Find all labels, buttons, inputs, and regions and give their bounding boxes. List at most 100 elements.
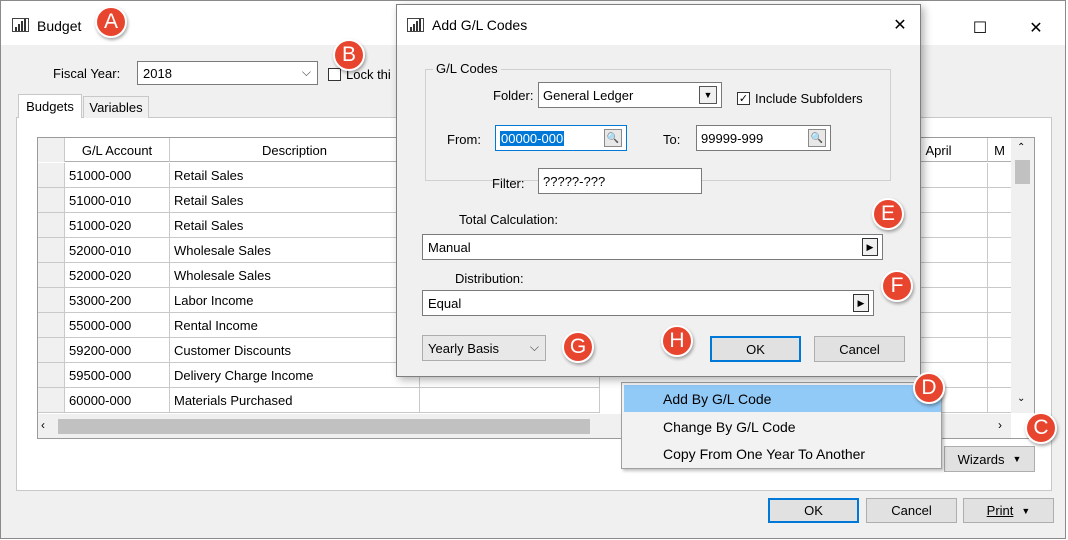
maximize-icon[interactable]: ☐ [957,13,1003,43]
wizards-button[interactable]: Wizards ▼ [944,446,1035,472]
description-cell[interactable]: Retail Sales [170,213,420,238]
tab-variables[interactable]: Variables [83,96,149,118]
row-selector[interactable] [38,213,65,238]
gl-account-cell[interactable]: 59200-000 [65,338,170,363]
play-arrow-icon[interactable]: ▶ [853,294,869,312]
row-selector[interactable] [38,338,65,363]
col-description[interactable]: Description [170,138,420,162]
dialog-title-bar: Add G/L Codes ✕ [397,5,920,45]
truncated-cell[interactable] [988,363,1012,388]
gl-account-cell[interactable]: 59500-000 [65,363,170,388]
horizontal-scroll-thumb[interactable] [58,419,590,434]
menu-item-copy-year[interactable]: Copy From One Year To Another [624,440,941,467]
include-subfolders-checkbox[interactable]: ✓ [737,92,750,105]
dialog-ok-button[interactable]: OK [710,336,801,362]
value-cell[interactable] [420,388,600,413]
distribution-field[interactable]: Equal ▶ [422,290,874,316]
total-calculation-field[interactable]: Manual ▶ [422,234,883,260]
basis-value: Yearly Basis [428,340,500,356]
basis-select[interactable]: Yearly Basis ⌵ [422,335,546,361]
description-cell[interactable]: Retail Sales [170,163,420,188]
cancel-button[interactable]: Cancel [866,498,957,523]
badge-e: E [872,198,904,230]
truncated-cell[interactable] [988,163,1012,188]
vertical-scroll-thumb[interactable] [1015,160,1030,184]
truncated-cell[interactable] [988,313,1012,338]
description-cell[interactable]: Labor Income [170,288,420,313]
truncated-cell[interactable] [988,338,1012,363]
filter-input[interactable]: ?????-??? [538,168,702,194]
badge-d: D [913,372,945,404]
gl-account-cell[interactable]: 52000-020 [65,263,170,288]
row-selector[interactable] [38,263,65,288]
description-cell[interactable]: Rental Income [170,313,420,338]
col-truncated[interactable]: M [988,138,1012,162]
vertical-scrollbar[interactable]: ⌃ ⌄ [1011,138,1034,413]
gl-account-cell[interactable]: 55000-000 [65,313,170,338]
total-calculation-value: Manual [428,239,471,255]
fiscal-year-select[interactable]: 2018 ⌵ [137,61,318,85]
badge-h: H [661,325,693,357]
lookup-icon[interactable]: 🔍 [604,129,622,147]
truncated-cell[interactable] [988,288,1012,313]
tab-budgets[interactable]: Budgets [18,94,82,118]
description-cell[interactable]: Retail Sales [170,188,420,213]
to-input[interactable]: 99999-999 🔍 [696,125,831,151]
gl-account-cell[interactable]: 51000-020 [65,213,170,238]
fiscal-year-value: 2018 [143,65,172,81]
row-selector[interactable] [38,363,65,388]
from-input[interactable]: 00000-000 🔍 [495,125,627,151]
distribution-value: Equal [428,295,462,311]
folder-label: Folder: [493,88,534,103]
dialog-close-icon[interactable]: ✕ [877,10,923,40]
lock-checkbox[interactable] [328,68,341,81]
app-chart-icon [12,18,29,32]
row-selector[interactable] [38,188,65,213]
truncated-cell[interactable] [988,388,1012,413]
folder-dropdown-icon[interactable]: ▼ [699,86,717,104]
scroll-up-icon[interactable]: ⌃ [1017,142,1025,153]
gl-account-cell[interactable]: 60000-000 [65,388,170,413]
description-cell[interactable]: Customer Discounts [170,338,420,363]
from-label: From: [447,132,481,147]
close-icon[interactable]: ✕ [1013,13,1059,43]
filter-label: Filter: [492,176,525,191]
description-cell[interactable]: Delivery Charge Income [170,363,420,388]
description-cell[interactable]: Wholesale Sales [170,263,420,288]
lookup-icon[interactable]: 🔍 [808,129,826,147]
row-selector[interactable] [38,313,65,338]
col-gl-account[interactable]: G/L Account [65,138,170,162]
fiscal-year-label: Fiscal Year: [53,66,121,81]
description-cell[interactable]: Materials Purchased [170,388,420,413]
scroll-down-icon[interactable]: ⌄ [1017,393,1025,404]
row-selector[interactable] [38,288,65,313]
dialog-cancel-button[interactable]: Cancel [814,336,905,362]
row-selector[interactable] [38,388,65,413]
scroll-right-icon[interactable]: › [998,418,1002,432]
truncated-cell[interactable] [988,263,1012,288]
ok-button[interactable]: OK [768,498,859,523]
folder-select[interactable]: General Ledger ▼ [538,82,722,108]
scroll-left-icon[interactable]: ‹ [41,418,45,432]
gl-account-cell[interactable]: 51000-010 [65,188,170,213]
print-label: Print [986,503,1014,518]
gl-account-cell[interactable]: 51000-000 [65,163,170,188]
wizards-label: Wizards [957,451,1005,467]
gl-account-cell[interactable]: 53000-200 [65,288,170,313]
play-arrow-icon[interactable]: ▶ [862,238,878,256]
app-chart-icon [407,18,424,32]
row-selector[interactable] [38,163,65,188]
truncated-cell[interactable] [988,213,1012,238]
menu-item-change-by-gl-code[interactable]: Change By G/L Code [624,413,941,440]
total-calculation-label: Total Calculation: [459,212,558,227]
description-cell[interactable]: Wholesale Sales [170,238,420,263]
truncated-cell[interactable] [988,188,1012,213]
print-button[interactable]: Print ▼ [963,498,1054,523]
filter-value: ?????-??? [543,173,606,189]
row-header-corner [38,138,65,162]
gl-account-cell[interactable]: 52000-010 [65,238,170,263]
truncated-cell[interactable] [988,238,1012,263]
badge-b: B [333,39,365,71]
menu-item-add-by-gl-code[interactable]: Add By G/L Code [624,385,941,412]
row-selector[interactable] [38,238,65,263]
